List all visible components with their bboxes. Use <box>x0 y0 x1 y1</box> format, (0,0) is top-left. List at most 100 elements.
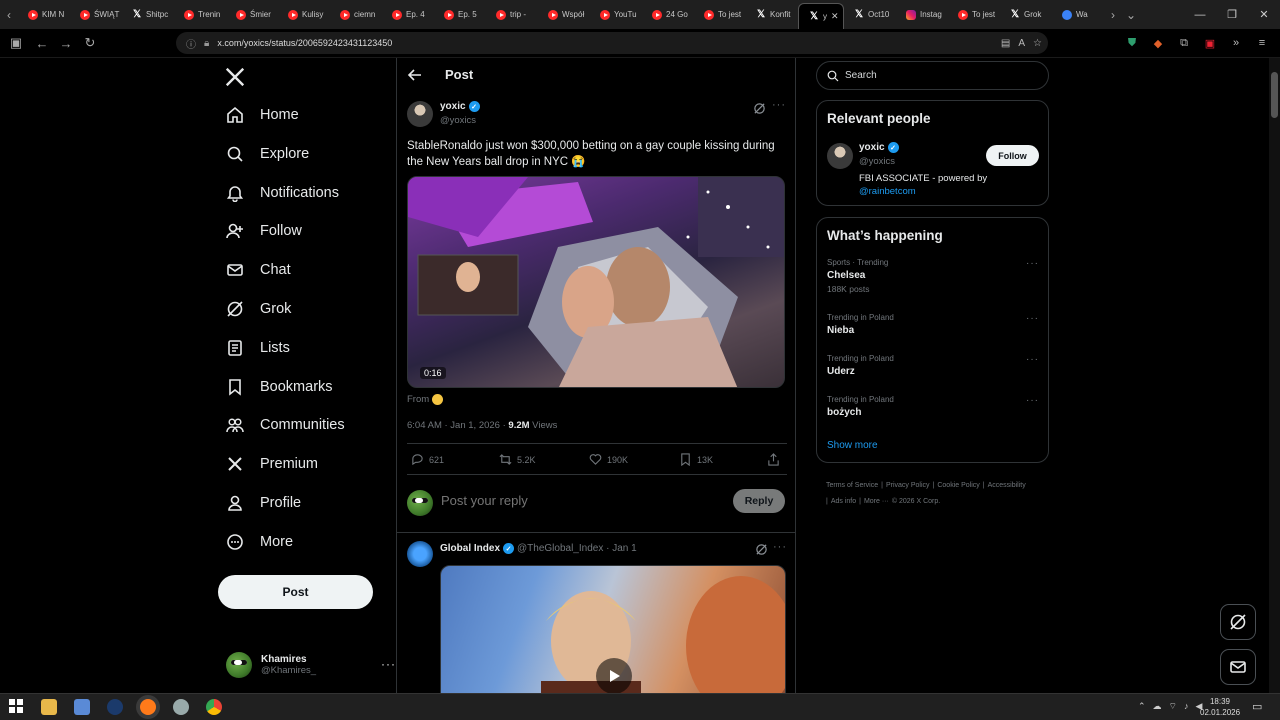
forward-icon[interactable]: → <box>54 31 78 55</box>
avatar[interactable] <box>827 143 853 169</box>
nav-item-grok[interactable]: Grok <box>226 295 291 323</box>
post-button[interactable]: Post <box>218 575 373 609</box>
browser-tab[interactable]: ŚWIĄT <box>70 0 122 29</box>
nav-item-chat[interactable]: Chat <box>226 256 291 284</box>
tweet-video[interactable]: 0:16 <box>407 176 785 388</box>
footer-link[interactable]: Cookie Policy <box>937 482 979 489</box>
show-more-link[interactable]: Show more <box>827 440 878 451</box>
notification-extension-icon[interactable]: ▣ <box>1200 33 1220 53</box>
close-window-icon[interactable]: ✕ <box>1248 0 1280 29</box>
back-icon[interactable]: ← <box>30 31 54 55</box>
trend-more-icon[interactable]: ··· <box>1026 354 1039 365</box>
trend-more-icon[interactable]: ··· <box>1026 258 1039 269</box>
messages-fab-button[interactable] <box>1220 649 1256 685</box>
steam-icon[interactable] <box>107 699 123 715</box>
nav-item-premium[interactable]: Premium <box>226 450 318 478</box>
tweet-timestamp[interactable]: 6:04 AM · Jan 1, 2026 · <box>407 420 508 431</box>
person-name-text[interactable]: yoxic <box>859 142 885 153</box>
trend-more-icon[interactable]: ··· <box>1026 395 1039 406</box>
nav-item-communities[interactable]: Communities <box>226 411 345 439</box>
menu-icon[interactable]: ≡ <box>1252 33 1272 53</box>
trend-item[interactable]: Trending in Poland Nieba ··· <box>827 313 1039 336</box>
restore-icon[interactable]: ❐ <box>1216 0 1248 29</box>
browser-tab[interactable]: Ep. 5 <box>434 0 486 29</box>
page-scrollbar[interactable] <box>1269 58 1280 693</box>
grok-fab-button[interactable] <box>1220 604 1256 640</box>
tray-chevron-icon[interactable]: ⌃ <box>1138 701 1146 712</box>
wifi-icon[interactable]: ⌔ <box>1169 701 1177 712</box>
network-icon[interactable]: ☁ <box>1153 701 1162 712</box>
account-more-icon[interactable]: ··· <box>381 657 396 671</box>
close-tab-icon[interactable]: ✕ <box>831 11 839 22</box>
nav-item-profile[interactable]: Profile <box>226 489 301 517</box>
author-handle[interactable]: @TheGlobal_Index · Jan 1 <box>517 543 637 554</box>
tweet-author[interactable]: Global Index ✓ <box>440 543 515 554</box>
trend-item[interactable]: Sports · Trending Chelsea 188K posts ··· <box>827 258 1039 294</box>
tab-scroll-left-icon[interactable]: ‹ <box>0 0 18 29</box>
browser-tab[interactable]: Ep. 4 <box>382 0 434 29</box>
x-logo-icon[interactable] <box>224 66 246 88</box>
bookmark-star-icon[interactable]: ☆ <box>1033 38 1042 49</box>
footer-link[interactable]: Privacy Policy <box>886 482 930 489</box>
play-button[interactable] <box>596 658 632 693</box>
browser-tab[interactable]: To jest <box>948 0 1000 29</box>
browser-tab[interactable]: 𝕏 Grok <box>1000 0 1052 29</box>
footer-link[interactable]: Terms of Service <box>826 482 878 489</box>
nav-item-follow[interactable]: Follow <box>226 217 302 245</box>
windows-start-icon[interactable] <box>9 699 25 715</box>
follow-button[interactable]: Follow <box>986 145 1039 166</box>
browser-tab[interactable]: Śmier <box>226 0 278 29</box>
url-text[interactable]: x.com/yoxics/status/2006592423431123450 <box>217 38 392 48</box>
author-handle[interactable]: @yoxics <box>440 115 476 126</box>
reload-icon[interactable]: ↻ <box>78 31 102 55</box>
browser-tab[interactable]: 𝕏 Oct10 <box>844 0 896 29</box>
reader-mode-icon[interactable]: ▤ <box>1001 38 1010 49</box>
browser-tab[interactable]: trip - <box>486 0 538 29</box>
shield-extension-icon[interactable]: ⛊ <box>1122 33 1142 53</box>
nav-item-lists[interactable]: Lists <box>226 334 290 362</box>
footer-link[interactable]: More ··· <box>864 498 889 505</box>
search-input[interactable] <box>845 70 1025 81</box>
footer-link[interactable]: Accessibility <box>988 482 1026 489</box>
tab-list-dropdown-icon[interactable]: ⌄ <box>1122 0 1140 29</box>
browser-tab[interactable]: Kulisy <box>278 0 330 29</box>
address-bar[interactable]: ⓘ 🔒︎ x.com/yoxics/status/200659242343112… <box>176 32 1048 54</box>
trend-item[interactable]: Trending in Poland bożych ··· <box>827 395 1039 418</box>
extensions-icon[interactable]: ⧉ <box>1174 33 1194 53</box>
reply-input[interactable] <box>441 493 701 508</box>
browser-tab[interactable]: YouTu <box>590 0 642 29</box>
tweet-more-icon[interactable]: ··· <box>772 99 786 111</box>
nav-item-home[interactable]: Home <box>226 101 299 129</box>
browser-tab[interactable]: To jest <box>694 0 746 29</box>
author-name[interactable]: Global Index <box>440 543 500 554</box>
tweet-video[interactable] <box>440 565 786 693</box>
person-name[interactable]: yoxic ✓ <box>859 142 899 153</box>
footer-link[interactable]: © 2026 X Corp. <box>892 498 940 505</box>
tweet-author[interactable]: yoxic ✓ <box>440 101 480 112</box>
avatar[interactable] <box>407 101 433 127</box>
chrome-icon[interactable] <box>206 699 222 715</box>
taskbar-clock[interactable]: 18:39 02.01.2026 <box>1200 696 1240 718</box>
app-icon[interactable] <box>173 699 189 715</box>
sidebar-toggle-icon[interactable]: ▣ <box>4 31 28 55</box>
trend-more-icon[interactable]: ··· <box>1026 313 1039 324</box>
grok-icon[interactable] <box>753 102 766 115</box>
trend-item[interactable]: Trending in Poland Uderz ··· <box>827 354 1039 377</box>
firefox-icon[interactable] <box>140 699 156 715</box>
person-handle[interactable]: @yoxics <box>859 156 895 167</box>
browser-tab-active[interactable]: 𝕏y ✕ <box>798 3 844 29</box>
browser-tab[interactable]: Trenin <box>174 0 226 29</box>
browser-tab[interactable]: 24 Go <box>642 0 694 29</box>
translate-icon[interactable]: A <box>1018 38 1025 49</box>
browser-tab[interactable]: 𝕏 Konfit <box>746 0 798 29</box>
browser-tab[interactable]: Współ <box>538 0 590 29</box>
fox-extension-icon[interactable]: ◆ <box>1148 33 1168 53</box>
reply-button[interactable]: Reply <box>733 489 785 513</box>
browser-tab[interactable]: Wa <box>1052 0 1104 29</box>
tab-scroll-right-icon[interactable]: › <box>1104 0 1122 29</box>
tweet-more-icon[interactable]: ··· <box>773 541 787 553</box>
browser-tab[interactable]: ciemn <box>330 0 382 29</box>
monitor-app-icon[interactable] <box>74 699 90 715</box>
bio-link[interactable]: @rainbetcom <box>859 186 916 197</box>
overflow-chevron-icon[interactable]: » <box>1226 33 1246 53</box>
